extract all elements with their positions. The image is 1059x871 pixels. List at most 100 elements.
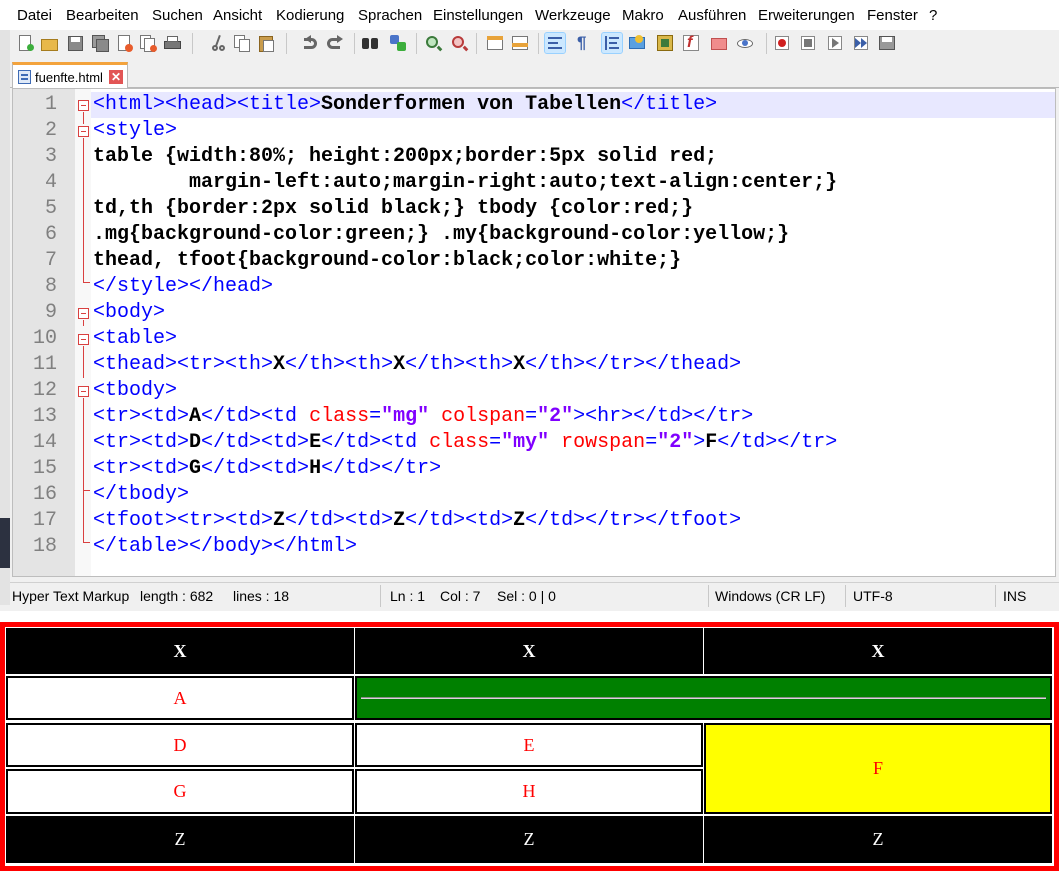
code-line-2: <style> <box>93 119 178 142</box>
status-separator <box>708 585 709 607</box>
toolbar-separator <box>476 33 477 54</box>
line-number: 2 <box>44 119 57 142</box>
menu-help[interactable]: ? <box>929 7 937 24</box>
print-icon[interactable] <box>162 33 182 53</box>
fold-marker-icon[interactable] <box>78 386 89 397</box>
fold-marker-icon[interactable] <box>78 126 89 137</box>
menu-datei[interactable]: Datei <box>17 7 52 24</box>
document-map-icon[interactable] <box>655 33 675 53</box>
code-editor[interactable]: 1 2 3 4 5 6 7 8 9 10 11 12 13 14 15 16 1… <box>12 88 1056 577</box>
macro-run-multiple-icon[interactable] <box>851 33 871 53</box>
code-token: </td><td> <box>201 431 310 454</box>
cut-icon[interactable] <box>208 33 228 53</box>
code-token: colspan <box>441 405 526 428</box>
code-token: = <box>489 431 502 454</box>
save-icon[interactable] <box>65 33 85 53</box>
macro-record-icon[interactable] <box>772 33 792 53</box>
function-list-icon[interactable]: f <box>681 33 701 53</box>
close-file-icon[interactable] <box>114 33 134 53</box>
zoom-out-icon[interactable] <box>449 33 469 53</box>
undo-icon[interactable] <box>300 33 320 53</box>
menu-kodierung[interactable]: Kodierung <box>276 7 344 24</box>
menu-bearbeiten[interactable]: Bearbeiten <box>66 7 139 24</box>
line-number: 3 <box>44 145 57 168</box>
toolbar-separator <box>192 33 193 54</box>
saved-file-icon <box>18 70 31 84</box>
status-insert-mode: INS <box>1003 588 1027 604</box>
fold-marker-icon[interactable] <box>78 308 89 319</box>
language-icon[interactable] <box>627 33 647 53</box>
background-window-edge-dark <box>0 518 10 568</box>
line-number: 12 <box>32 379 57 402</box>
line-number-gutter: 1 2 3 4 5 6 7 8 9 10 11 12 13 14 15 16 1… <box>13 89 75 576</box>
code-token: </td></tr> <box>321 457 442 480</box>
code-token: </td><td> <box>405 509 514 532</box>
code-line-16: </tbody> <box>93 483 190 506</box>
menu-einstellungen[interactable]: Einstellungen <box>433 7 523 24</box>
code-token: </td><td <box>201 405 310 428</box>
zoom-in-icon[interactable] <box>423 33 443 53</box>
folder-workspace-icon[interactable] <box>709 33 729 53</box>
macro-save-icon[interactable] <box>877 33 897 53</box>
code-line-14: <tr><td>D</td><td>E</td><td class="my" r… <box>93 430 837 456</box>
tbody-cell-yellow-rowspan: F <box>704 723 1052 814</box>
code-line-8: </style></head> <box>93 275 274 298</box>
redo-icon[interactable] <box>324 33 344 53</box>
code-token: <html><head><title> <box>93 93 322 116</box>
menu-ausfuehren[interactable]: Ausführen <box>678 7 746 24</box>
menu-ansicht[interactable]: Ansicht <box>213 7 262 24</box>
find-icon[interactable] <box>360 33 380 53</box>
menu-makro[interactable]: Makro <box>622 7 664 24</box>
code-token: Z <box>513 509 526 532</box>
sync-vertical-icon[interactable] <box>485 33 505 53</box>
code-line-15: <tr><td>G</td><td>H</td></tr> <box>93 456 441 482</box>
tab-close-icon[interactable]: ✕ <box>109 70 123 84</box>
paste-icon[interactable] <box>256 33 276 53</box>
menu-sprachen[interactable]: Sprachen <box>358 7 422 24</box>
line-number: 15 <box>32 457 57 480</box>
toolbar: ¶ f <box>10 30 1059 58</box>
code-token: <tr><td> <box>93 457 190 480</box>
code-line-11: <thead><tr><th>X</th><th>X</th><th>X</th… <box>93 352 741 378</box>
toolbar-separator <box>354 33 355 54</box>
menu-fenster[interactable]: Fenster <box>867 7 918 24</box>
code-token: E <box>309 431 322 454</box>
tab-fuenfte-html[interactable]: fuenfte.html ✕ <box>12 62 128 89</box>
tbody-cell-g: G <box>6 769 354 814</box>
line-number: 16 <box>32 483 57 506</box>
new-file-icon[interactable] <box>15 33 35 53</box>
tbody-cell-e: E <box>355 723 703 767</box>
status-separator <box>845 585 846 607</box>
menu-suchen[interactable]: Suchen <box>152 7 203 24</box>
menu-werkzeuge[interactable]: Werkzeuge <box>535 7 611 24</box>
horizontal-rule <box>361 697 1046 699</box>
code-token: <tr><td> <box>93 405 190 428</box>
open-file-icon[interactable] <box>39 33 59 53</box>
show-all-chars-icon[interactable]: ¶ <box>571 33 591 53</box>
copy-icon[interactable] <box>232 33 252 53</box>
close-all-icon[interactable] <box>138 33 158 53</box>
macro-stop-icon[interactable] <box>798 33 818 53</box>
toolbar-separator <box>416 33 417 54</box>
code-token: class <box>429 431 490 454</box>
code-token: D <box>189 431 202 454</box>
status-eol: Windows (CR LF) <box>715 588 826 604</box>
code-token: F <box>705 431 718 454</box>
code-line-12: <tbody> <box>93 379 178 402</box>
code-token: = <box>645 431 658 454</box>
save-all-icon[interactable] <box>90 33 110 53</box>
replace-icon[interactable] <box>388 33 408 53</box>
menu-erweiterungen[interactable]: Erweiterungen <box>758 7 855 24</box>
indent-guide-icon[interactable] <box>601 32 623 54</box>
tbody-cell-a: A <box>6 676 354 720</box>
fold-marker-icon[interactable] <box>78 100 89 111</box>
sync-horizontal-icon[interactable] <box>510 33 530 53</box>
macro-play-icon[interactable] <box>825 33 845 53</box>
word-wrap-icon[interactable] <box>544 32 566 54</box>
monitoring-eye-icon[interactable] <box>735 33 755 53</box>
fold-line <box>83 320 84 326</box>
fold-marker-icon[interactable] <box>78 334 89 345</box>
menu-bar: Datei Bearbeiten Suchen Ansicht Kodierun… <box>0 0 1059 30</box>
